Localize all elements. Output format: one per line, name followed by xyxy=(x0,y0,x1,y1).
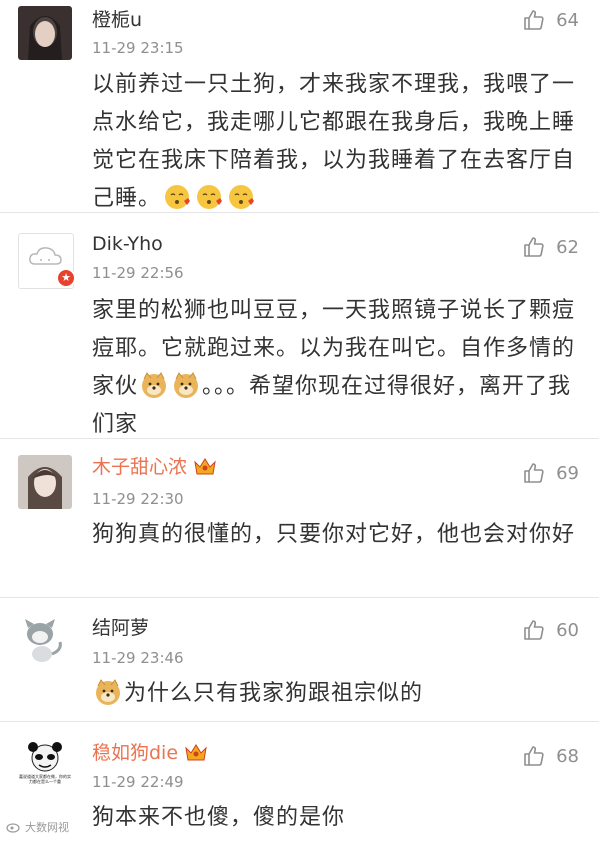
username[interactable]: 结阿萝 xyxy=(92,616,149,640)
like-count: 60 xyxy=(556,619,579,641)
timestamp: 11-29 22:56 xyxy=(92,264,184,282)
username[interactable]: 稳如狗die xyxy=(92,741,208,765)
timestamp: 11-29 22:49 xyxy=(92,773,184,791)
watermark: 大数网视 xyxy=(6,819,69,835)
username[interactable]: Dik-Yho xyxy=(92,232,163,256)
like-button[interactable]: 69 xyxy=(522,461,579,485)
comment-item: 橙栀u 11-29 23:15 64 以前养过一只土狗，才来我家不理我，我喂了一… xyxy=(0,0,599,213)
comment-item: ★ Dik-Yho 11-29 22:56 62 家里的松狮也叫豆豆，一天我照镜… xyxy=(0,213,599,439)
avatar[interactable] xyxy=(18,612,72,666)
thumbs-up-icon xyxy=(524,237,544,257)
comment-text: 家里的松狮也叫豆豆，一天我照镜子说长了颗痘痘耶。它就跑过来。以为我在叫它。自作多… xyxy=(92,292,582,444)
username-text: 木子甜心浓 xyxy=(92,456,188,478)
username-text: 稳如狗die xyxy=(92,742,179,764)
kissing-face-icon xyxy=(229,185,255,209)
comment-item: 木子甜心浓 11-29 22:30 69 狗狗真的很懂的，只要你对它好，他也会对… xyxy=(0,439,599,598)
verified-badge-icon: ★ xyxy=(56,268,76,288)
timestamp: 11-29 22:30 xyxy=(92,490,184,508)
thumbs-up-icon xyxy=(524,746,544,766)
kissing-face-icon xyxy=(197,185,223,209)
avatar[interactable] xyxy=(18,455,72,509)
doge-icon xyxy=(174,372,199,398)
vip-crown-icon xyxy=(185,744,207,761)
watermark-text: 大数网视 xyxy=(25,821,69,834)
comment-text: 以前养过一只土狗，才来我家不理我，我喂了一点水给它，我走哪儿它都跟在我身后，我晚… xyxy=(92,66,582,218)
doge-icon xyxy=(142,372,167,398)
like-count: 69 xyxy=(556,462,579,484)
timestamp: 11-29 23:46 xyxy=(92,649,184,667)
username[interactable]: 木子甜心浓 xyxy=(92,455,217,479)
thumbs-up-icon xyxy=(524,463,544,483)
doge-icon xyxy=(96,679,120,705)
vip-crown-icon xyxy=(194,458,216,475)
like-button[interactable]: 68 xyxy=(522,744,579,768)
comment-item: 结阿萝 11-29 23:46 60 为什么只有我家狗跟祖宗似的 xyxy=(0,598,599,722)
kissing-face-icon xyxy=(165,185,191,209)
avatar[interactable]: 嘉说道道大家都在做，你的实力都在是么一个重 xyxy=(18,738,72,792)
like-count: 64 xyxy=(556,9,579,31)
comment-item: 嘉说道道大家都在做，你的实力都在是么一个重 稳如狗die 11-29 22:49… xyxy=(0,722,599,841)
thumbs-up-icon xyxy=(524,620,544,640)
comment-text: 为什么只有我家狗跟祖宗似的 xyxy=(92,675,582,713)
comment-text-content: 为什么只有我家狗跟祖宗似的 xyxy=(124,681,424,706)
avatar-caption: 嘉说道道大家都在做，你的实力都在是么一个重 xyxy=(19,774,71,784)
like-button[interactable]: 64 xyxy=(522,8,579,32)
username[interactable]: 橙栀u xyxy=(92,8,142,32)
like-button[interactable]: 60 xyxy=(522,618,579,642)
weibo-logo-icon xyxy=(6,823,20,833)
comment-text: 狗本来不也傻，傻的是你 xyxy=(92,805,346,830)
timestamp: 11-29 23:15 xyxy=(92,39,184,57)
comment-text: 狗狗真的很懂的，只要你对它好，他也会对你好 xyxy=(92,522,576,547)
like-count: 62 xyxy=(556,236,579,258)
thumbs-up-icon xyxy=(524,10,544,30)
avatar[interactable] xyxy=(18,6,72,60)
like-count: 68 xyxy=(556,745,579,767)
like-button[interactable]: 62 xyxy=(522,235,579,259)
